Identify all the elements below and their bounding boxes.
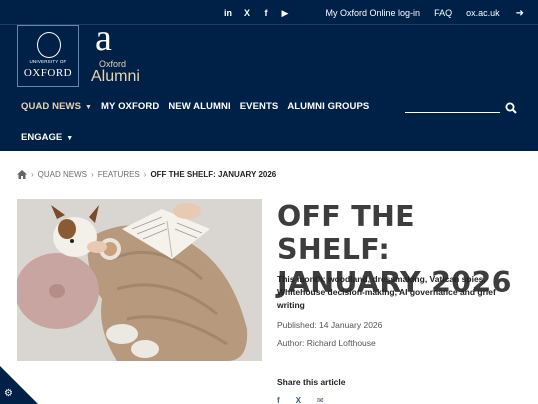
x-icon[interactable]: X — [243, 8, 252, 18]
utility-bar: in X f ▶ My Oxford Online log-in FAQ ox.… — [224, 7, 524, 19]
breadcrumb-separator: › — [31, 170, 34, 179]
facebook-icon[interactable]: f — [262, 8, 271, 18]
breadcrumb-separator: › — [143, 170, 147, 179]
ox-site-link[interactable]: ox.ac.uk — [466, 8, 500, 18]
nav-item-events[interactable]: EVENTS — [240, 101, 279, 112]
chevron-down-icon: ▼ — [66, 135, 74, 142]
share-links: f X ✉ — [277, 396, 324, 404]
cookie-settings-button[interactable]: ⚙ — [0, 366, 38, 404]
nav-item-quad-news[interactable]: QUAD NEWS ▼ — [21, 101, 92, 112]
breadcrumb-features[interactable]: FEATURES — [98, 170, 140, 179]
article-hero-image — [17, 199, 262, 361]
faq-link[interactable]: FAQ — [434, 8, 452, 18]
brand-logos[interactable]: UNIVERSITY OF OXFORD a Oxford Alumni — [17, 19, 140, 87]
article-published-date: Published: 14 January 2026 — [277, 320, 383, 330]
x-share-icon[interactable]: X — [296, 396, 301, 404]
home-icon[interactable] — [17, 170, 27, 179]
chevron-down-icon: ▼ — [85, 104, 93, 111]
logo-university-of: UNIVERSITY OF — [29, 59, 67, 64]
alumni-logo-alumni: Alumni — [91, 68, 140, 85]
breadcrumb-quad-news[interactable]: QUAD NEWS — [38, 170, 87, 179]
breadcrumb: › QUAD NEWS › FEATURES › OFF THE SHELF: … — [17, 170, 276, 179]
nav-item-my-oxford[interactable]: MY OXFORD — [101, 101, 159, 112]
main-navigation: QUAD NEWS ▼ MY OXFORD NEW ALUMNI EVENTS A… — [21, 101, 369, 112]
breadcrumb-current: OFF THE SHELF: JANUARY 2026 — [150, 170, 277, 179]
nav-item-engage[interactable]: ENGAGE ▼ — [21, 132, 73, 143]
reading-scene-illustration — [17, 199, 262, 361]
nav-item-new-alumni[interactable]: NEW ALUMNI — [168, 101, 230, 112]
article-summary: This month: woodland, dressmaking, Vatic… — [277, 274, 496, 310]
alumni-logo-letter: a — [95, 17, 112, 59]
email-share-icon[interactable]: ✉ — [317, 396, 324, 404]
breadcrumb-separator: › — [91, 170, 94, 179]
sign-in-icon[interactable]: ➜ — [516, 8, 524, 19]
linkedin-icon[interactable]: in — [224, 8, 233, 18]
crest-icon — [37, 32, 61, 58]
search-icon[interactable] — [505, 102, 517, 114]
share-heading: Share this article — [277, 377, 346, 387]
oxford-alumni-logo[interactable]: a Oxford Alumni — [79, 19, 140, 87]
nav-item-alumni-groups[interactable]: ALUMNI GROUPS — [287, 101, 369, 112]
social-links: in X f ▶ — [224, 8, 290, 19]
gear-icon: ⚙ — [4, 388, 13, 399]
youtube-icon[interactable]: ▶ — [281, 8, 290, 19]
facebook-share-icon[interactable]: f — [277, 396, 280, 404]
site-header: in X f ▶ My Oxford Online log-in FAQ ox.… — [0, 0, 538, 151]
login-link[interactable]: My Oxford Online log-in — [326, 8, 421, 18]
search-input[interactable] — [405, 112, 500, 113]
logo-oxford: OXFORD — [23, 67, 73, 79]
article-author: Author: Richard Lofthouse — [277, 338, 376, 348]
oxford-university-logo[interactable]: UNIVERSITY OF OXFORD — [17, 25, 79, 87]
